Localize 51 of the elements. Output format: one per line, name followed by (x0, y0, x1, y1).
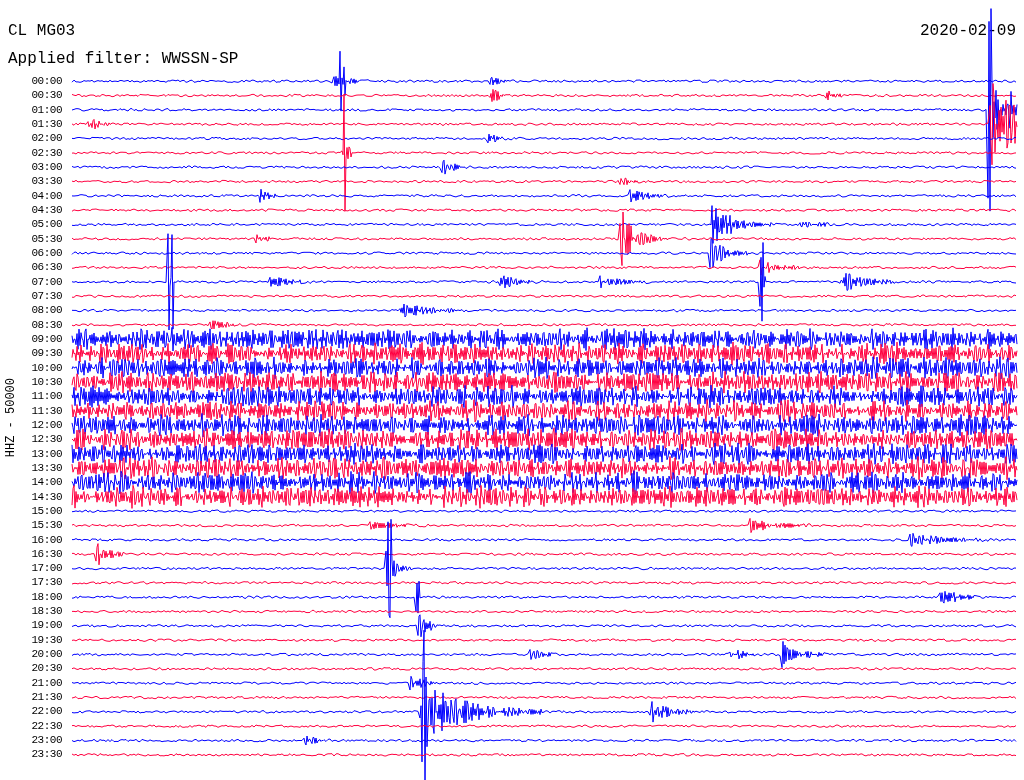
axis-label: HHZ - 50000 (4, 378, 18, 458)
time-label: 06:30 (30, 260, 62, 275)
time-label: 22:00 (30, 704, 62, 719)
time-label: 10:00 (30, 360, 62, 375)
time-label: 03:00 (30, 159, 62, 175)
time-label: 02:00 (30, 131, 62, 146)
time-label: 19:00 (30, 618, 62, 633)
time-label: 04:30 (30, 202, 62, 218)
time-label: 06:00 (30, 245, 62, 261)
time-label: 23:00 (30, 733, 62, 748)
time-label: 08:00 (30, 303, 62, 318)
time-label: 21:30 (30, 690, 62, 705)
time-label: 13:30 (30, 460, 62, 476)
time-label: 14:00 (30, 475, 62, 490)
time-label: 05:00 (30, 217, 62, 232)
time-label: 12:30 (30, 432, 62, 447)
time-label: 23:30 (30, 747, 62, 762)
time-label: 08:30 (30, 317, 62, 332)
time-label: 09:30 (30, 346, 62, 361)
time-label: 11:30 (30, 403, 62, 418)
time-label: 03:30 (30, 174, 62, 189)
time-label: 15:30 (30, 518, 62, 533)
time-label: 19:30 (30, 632, 62, 648)
time-label: 00:00 (30, 74, 62, 89)
time-label: 07:30 (30, 288, 62, 304)
time-label: 00:30 (30, 88, 62, 103)
time-label: 17:00 (30, 561, 62, 576)
time-label: 15:00 (30, 503, 62, 519)
time-label: 05:30 (30, 231, 62, 246)
time-label: 22:30 (30, 718, 62, 734)
time-label: 14:30 (30, 489, 62, 504)
time-label: 12:00 (30, 417, 62, 433)
time-label: 21:00 (30, 675, 62, 691)
time-label: 07:00 (30, 274, 62, 289)
time-label: 20:00 (30, 647, 62, 662)
time-label: 11:00 (30, 389, 62, 404)
time-label: 18:30 (30, 604, 62, 619)
time-label: 02:30 (30, 145, 62, 160)
time-label: 17:30 (30, 575, 62, 590)
time-label: 18:00 (30, 589, 62, 605)
station-title: CL MG03 (8, 22, 76, 40)
time-label: 01:00 (30, 102, 62, 117)
time-label: 04:00 (30, 188, 62, 203)
filter-label: Applied filter: WWSSN-SP (7, 49, 240, 68)
time-label: 16:30 (30, 546, 62, 562)
time-label: 10:30 (30, 374, 62, 390)
time-label: 20:30 (30, 661, 62, 676)
time-label: 13:00 (30, 446, 62, 461)
time-label: 16:00 (30, 532, 62, 547)
time-label: 01:30 (30, 117, 62, 132)
time-label: 09:00 (30, 331, 62, 347)
